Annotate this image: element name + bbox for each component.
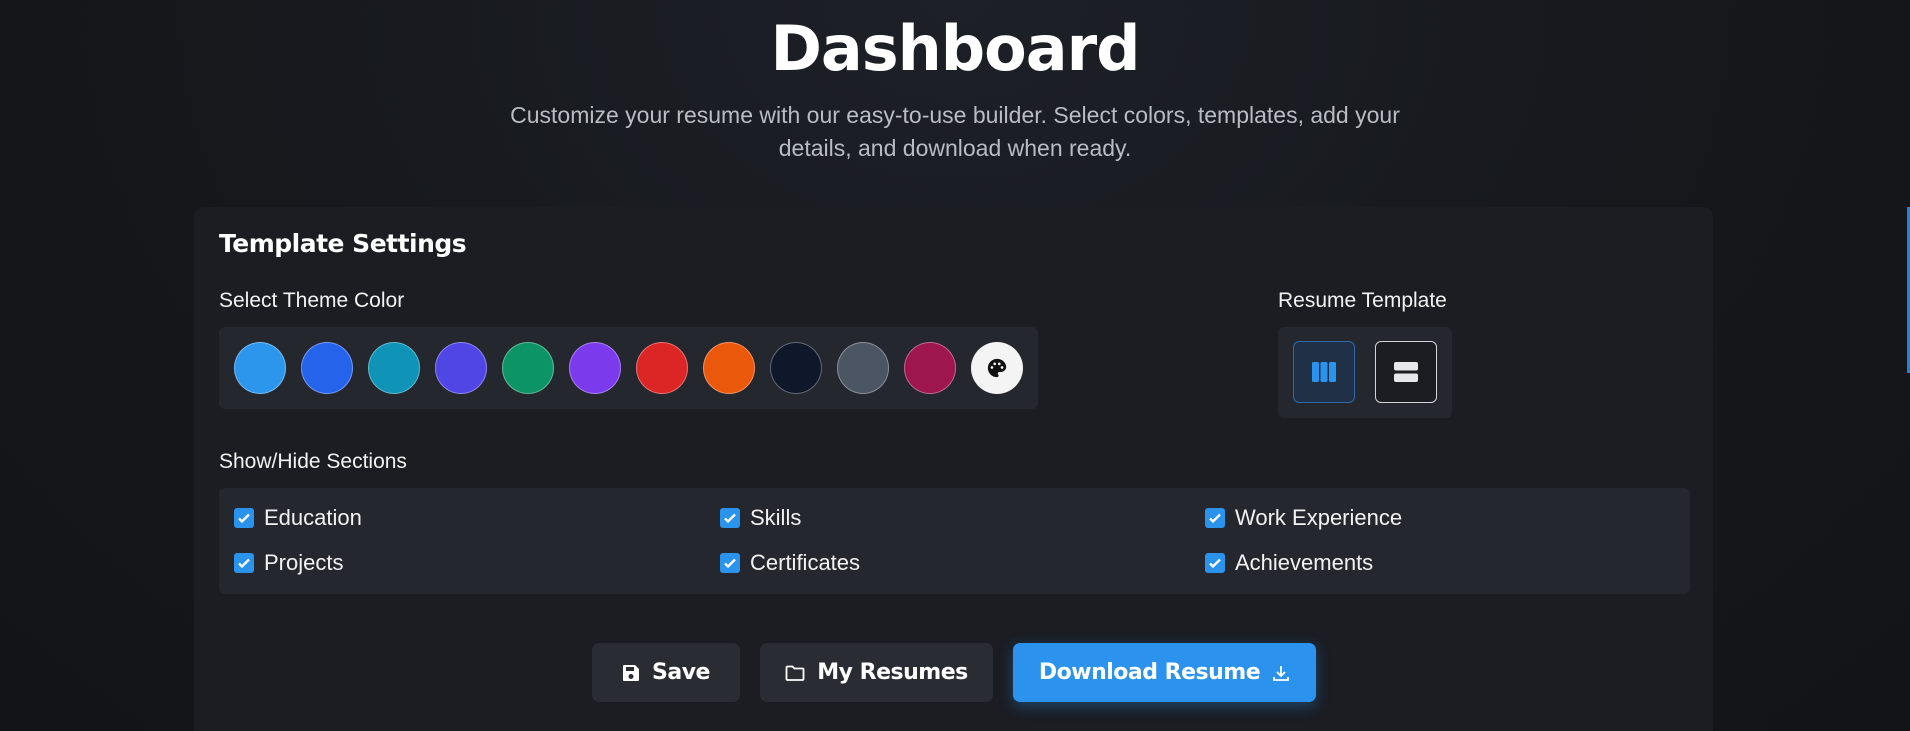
check-icon	[238, 513, 250, 524]
check-icon	[724, 513, 736, 524]
checkbox[interactable]	[720, 553, 740, 573]
checkbox[interactable]	[1205, 508, 1225, 528]
section-toggle-work-experience[interactable]: Work Experience	[1205, 505, 1402, 531]
floppy-disk-icon	[623, 664, 640, 681]
section-toggle-certificates[interactable]: Certificates	[720, 550, 860, 576]
sections-panel: Education Skills Work Experience Project…	[219, 488, 1690, 594]
section-label: Work Experience	[1235, 505, 1403, 530]
section-toggle-skills[interactable]: Skills	[720, 505, 801, 531]
checkbox[interactable]	[720, 508, 740, 528]
section-label: Skills	[750, 505, 802, 530]
color-swatch-gray[interactable]	[837, 342, 889, 394]
section-toggle-education[interactable]: Education	[234, 505, 362, 531]
color-swatch-blue[interactable]	[301, 342, 353, 394]
section-label: Achievements	[1235, 550, 1374, 575]
my-resumes-button[interactable]: My Resumes	[760, 643, 993, 702]
section-toggle-achievements[interactable]: Achievements	[1205, 550, 1373, 576]
checkbox[interactable]	[234, 553, 254, 573]
section-label: Projects	[264, 550, 344, 575]
color-swatch-indigo[interactable]	[435, 342, 487, 394]
color-swatch-orange[interactable]	[703, 342, 755, 394]
page-subtitle: Customize your resume with our easy-to-u…	[510, 102, 1400, 161]
color-swatch-green[interactable]	[502, 342, 554, 394]
columns-layout-icon	[1312, 362, 1336, 382]
checkbox[interactable]	[234, 508, 254, 528]
page-title: Dashboard	[770, 12, 1140, 85]
section-label: Education	[264, 505, 362, 530]
check-icon	[724, 558, 736, 569]
color-swatch-teal[interactable]	[368, 342, 420, 394]
section-label: Certificates	[750, 550, 861, 575]
save-label: Save	[652, 660, 710, 685]
download-label: Download Resume	[1038, 660, 1261, 685]
download-resume-button[interactable]: Download Resume	[1013, 643, 1316, 702]
template-settings-card: Template Settings Select Theme Color Res…	[194, 207, 1713, 731]
save-button[interactable]: Save	[592, 643, 740, 702]
check-icon	[238, 558, 250, 569]
section-toggle-projects[interactable]: Projects	[234, 550, 343, 576]
my-resumes-label: My Resumes	[817, 660, 968, 685]
palette-icon	[987, 358, 1007, 378]
theme-color-panel	[219, 327, 1038, 409]
color-swatch-purple[interactable]	[569, 342, 621, 394]
resume-template-label: Resume Template	[1278, 289, 1447, 312]
template-columns-button[interactable]	[1293, 341, 1355, 403]
custom-color-button[interactable]	[971, 342, 1023, 394]
color-swatch-crimson[interactable]	[904, 342, 956, 394]
download-icon	[1273, 665, 1290, 681]
checkbox[interactable]	[1205, 553, 1225, 573]
folder-icon	[785, 665, 805, 681]
template-selector	[1278, 327, 1452, 418]
color-swatch-sky-blue[interactable]	[234, 342, 286, 394]
theme-color-label: Select Theme Color	[219, 289, 405, 312]
template-rows-button[interactable]	[1375, 341, 1437, 403]
card-title: Template Settings	[219, 229, 467, 258]
rows-layout-icon	[1394, 362, 1418, 382]
sections-label: Show/Hide Sections	[219, 450, 407, 473]
check-icon	[1209, 513, 1221, 524]
check-icon	[1209, 558, 1221, 569]
color-swatch-navy[interactable]	[770, 342, 822, 394]
color-swatch-red[interactable]	[636, 342, 688, 394]
